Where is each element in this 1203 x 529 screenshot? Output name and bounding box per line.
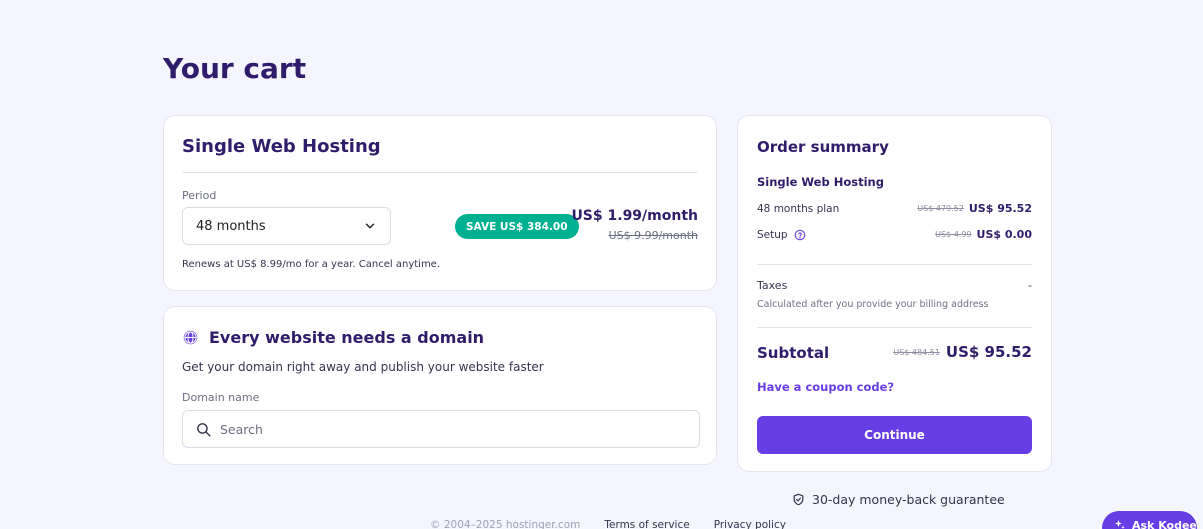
domain-title: Every website needs a domain (209, 328, 485, 347)
setup-price: US$ 0.00 (976, 228, 1032, 241)
summary-setup-row: Setup US$ 4.99 US$ 0.00 (757, 228, 1032, 241)
search-icon (197, 422, 211, 437)
divider (757, 327, 1032, 328)
subtotal-price: US$ 95.52 (945, 343, 1032, 361)
plan-title: Single Web Hosting (182, 136, 381, 157)
ask-kodee-label: Ask Kodee (1132, 519, 1197, 529)
summary-title: Order summary (757, 138, 889, 156)
page-title: Your cart (163, 52, 307, 85)
shield-check-icon (793, 493, 804, 506)
domain-search-input[interactable] (220, 421, 687, 437)
copyright: © 2004–2025 hostinger.com (430, 519, 581, 529)
domain-card: Every website needs a domain Get your do… (163, 306, 717, 465)
divider (182, 172, 698, 173)
subtotal-old-price: US$ 484.51 (893, 347, 940, 357)
guarantee-text: 30-day money-back guarantee (812, 492, 1005, 507)
plan-row-old-price: US$ 479.52 (917, 204, 964, 213)
coupon-code-link[interactable]: Have a coupon code? (757, 380, 894, 394)
ask-kodee-button[interactable]: Ask Kodee (1102, 511, 1197, 529)
privacy-link[interactable]: Privacy policy (714, 519, 786, 529)
help-icon[interactable] (794, 229, 806, 241)
subtotal-values: US$ 484.51 US$ 95.52 (893, 343, 1032, 361)
continue-button[interactable]: Continue (757, 416, 1032, 454)
taxes-note: Calculated after you provide your billin… (757, 299, 989, 310)
setup-label: Setup (757, 228, 788, 241)
taxes-label: Taxes (757, 279, 788, 292)
order-summary-card: Order summary Single Web Hosting 48 mont… (737, 115, 1052, 472)
domain-field-label: Domain name (182, 391, 260, 404)
plan-card: Single Web Hosting Period 48 months SAVE… (163, 115, 717, 291)
period-select-value: 48 months (196, 218, 266, 234)
period-label: Period (182, 189, 217, 202)
period-select[interactable]: 48 months (182, 207, 391, 245)
old-price-per-month: US$ 9.99/month (608, 229, 698, 242)
summary-plan-name: Single Web Hosting (757, 175, 884, 189)
save-badge: SAVE US$ 384.00 (455, 214, 579, 239)
terms-link[interactable]: Terms of service (604, 519, 689, 529)
domain-search-box[interactable] (182, 410, 700, 448)
plan-row-price: US$ 95.52 (968, 202, 1032, 215)
globe-icon (183, 330, 198, 345)
sparkle-icon (1115, 520, 1125, 529)
summary-plan-row: 48 months plan US$ 479.52 US$ 95.52 (757, 202, 1032, 215)
money-back-guarantee: 30-day money-back guarantee (792, 492, 1005, 507)
chevron-down-icon (365, 223, 375, 229)
setup-old-price: US$ 4.99 (935, 230, 972, 239)
plan-row-label: 48 months plan (757, 202, 840, 215)
domain-subtitle: Get your domain right away and publish y… (182, 360, 544, 374)
price-per-month: US$ 1.99/month (571, 208, 698, 224)
renewal-note: Renews at US$ 8.99/mo for a year. Cancel… (182, 259, 441, 270)
divider (757, 264, 1032, 265)
taxes-value: - (1028, 279, 1032, 292)
footer: © 2004–2025 hostinger.com Terms of servi… (430, 519, 786, 529)
domain-heading: Every website needs a domain (182, 328, 484, 347)
subtotal-label: Subtotal (757, 344, 830, 362)
